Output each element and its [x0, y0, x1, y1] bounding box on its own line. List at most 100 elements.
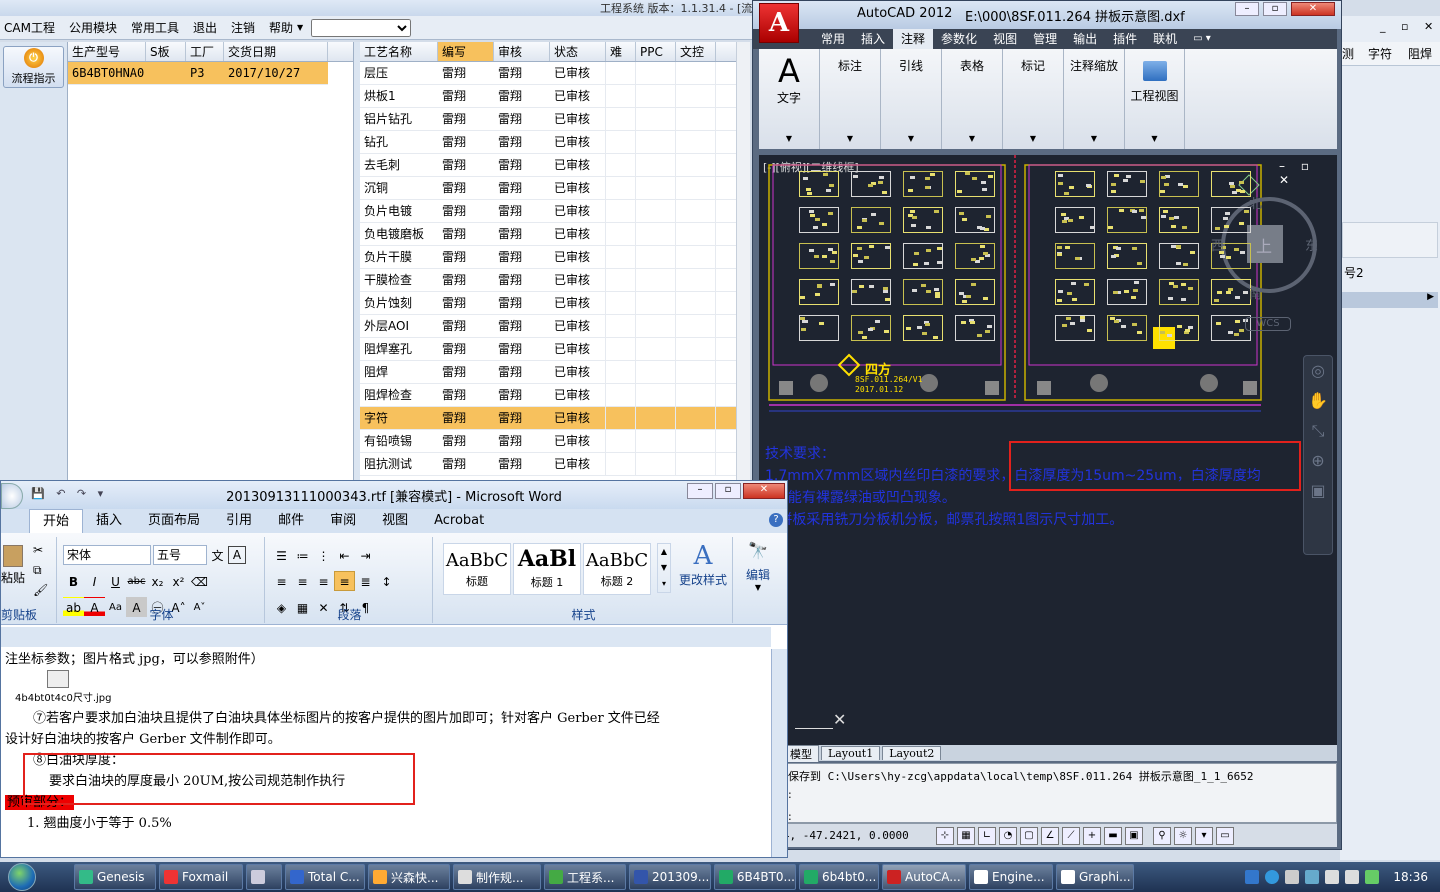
table-row[interactable]: 负片电镀 雷翔 雷翔 已审核 — [360, 200, 736, 223]
otrack-icon[interactable]: ∠ — [1041, 826, 1059, 845]
table-row[interactable]: 沉铜 雷翔 雷翔 已审核 — [360, 177, 736, 200]
table-row[interactable]: 有铅喷锡 雷翔 雷翔 已审核 — [360, 430, 736, 453]
taskbar-item-foxmail[interactable]: Foxmail — [159, 864, 243, 890]
paste-button[interactable]: 粘贴 — [1, 569, 25, 586]
align-center-icon[interactable]: ≡ — [292, 571, 313, 591]
tab-page-layout[interactable]: 页面布局 — [135, 509, 213, 533]
autocad-logo[interactable]: A — [759, 3, 799, 43]
col-date[interactable]: 交货日期 — [224, 42, 328, 61]
model-space-icon[interactable]: ▣ — [1125, 826, 1143, 845]
compass-north[interactable]: 北 — [1249, 193, 1262, 212]
clear-format-icon[interactable]: ⌫ — [189, 571, 210, 591]
process-col-5[interactable]: PPC — [636, 42, 676, 61]
table-row[interactable]: 层压 雷翔 雷翔 已审核 — [360, 62, 736, 85]
table-row[interactable]: 负片干膜 雷翔 雷翔 已审核 — [360, 246, 736, 269]
autocad-restore-icon[interactable]: ▫ — [1263, 2, 1287, 16]
copy-icon[interactable]: ⧉ — [33, 563, 42, 578]
bullets-icon[interactable]: ☰ — [271, 545, 292, 565]
steering-wheel-icon[interactable]: ◎ — [1304, 356, 1332, 386]
cut-icon[interactable]: ✂ — [33, 543, 43, 557]
distributed-icon[interactable]: ≣ — [355, 571, 376, 591]
process-col-2[interactable]: 审核 — [494, 42, 550, 61]
autocad-close-icon[interactable]: ✕ — [1291, 2, 1335, 16]
table-row[interactable]: 阻焊 雷翔 雷翔 已审核 — [360, 361, 736, 384]
taskbar-item-total-commander[interactable]: Total C... — [285, 864, 365, 890]
tab-layout2[interactable]: Layout2 — [882, 746, 942, 760]
tab-review[interactable]: 审阅 — [317, 509, 369, 533]
italic-icon[interactable]: I — [84, 571, 105, 591]
input-method-icon[interactable] — [1245, 870, 1260, 884]
ducs-icon[interactable]: ⟋ — [1062, 826, 1080, 845]
table-row[interactable]: 阻焊检查 雷翔 雷翔 已审核 — [360, 384, 736, 407]
line-spacing-icon[interactable]: ↕ — [376, 571, 397, 591]
table-row[interactable]: 外层AOI 雷翔 雷翔 已审核 — [360, 315, 736, 338]
increase-indent-icon[interactable]: ⇥ — [355, 545, 376, 565]
help-dropdown-icon[interactable]: ▼ — [297, 23, 303, 32]
compass-west[interactable]: 西 — [1211, 235, 1224, 254]
font-name-combo[interactable]: 宋体 — [63, 545, 151, 565]
process-col-1[interactable]: 编写 — [438, 42, 494, 61]
col-model[interactable]: 生产型号 — [68, 42, 146, 61]
taskbar-item-genesis[interactable]: Genesis — [74, 864, 156, 890]
superscript-icon[interactable]: x² — [168, 571, 189, 591]
word-minimize-icon[interactable]: – — [687, 483, 713, 499]
menu-logout[interactable]: 注销 — [231, 19, 255, 36]
ribbon-leader-group[interactable]: 引线 ▼ — [881, 49, 942, 149]
annotation-scale-icon[interactable]: ⚲ — [1153, 826, 1171, 845]
table-row[interactable]: 阻抗测试 雷翔 雷翔 已审核 — [360, 453, 736, 476]
command-window[interactable]: 自动保存到 C:\Users\hy-zcg\appdata\local\temp… — [759, 763, 1337, 823]
align-left-icon[interactable]: ≡ — [271, 571, 292, 591]
help-icon[interactable] — [1265, 870, 1280, 884]
editing-group[interactable]: 🔭 编辑 ▼ — [735, 537, 781, 623]
process-scrollbar[interactable] — [736, 42, 750, 482]
quick-access-toolbar[interactable]: 💾 ↶ ↷ ▾ — [31, 487, 107, 500]
tab-view[interactable]: 视图 — [985, 29, 1025, 49]
subscript-icon[interactable]: x₂ — [147, 571, 168, 591]
table-row[interactable]: 6B4BT0HNA0 P3 2017/10/27 — [68, 62, 328, 85]
orbit-icon[interactable]: ⊕ — [1304, 446, 1332, 476]
tab-home[interactable]: 开始 — [29, 508, 84, 534]
taskbar-item-graphics[interactable]: Graphi... — [1056, 864, 1134, 890]
taskbar-item-engineering[interactable]: 工程系... — [544, 864, 626, 890]
font-size-combo[interactable]: 五号 — [153, 545, 207, 565]
clock[interactable]: 18:36 — [1393, 870, 1428, 884]
paste-icon[interactable] — [3, 545, 23, 567]
tab-model[interactable]: 模型 — [783, 744, 819, 762]
menu-exit[interactable]: 退出 — [193, 19, 217, 36]
wcs-menu[interactable]: WCS — [1245, 317, 1291, 331]
taskbar-item-excel-1[interactable]: 6B4BT0... — [714, 864, 796, 890]
table-row[interactable]: 铝片钻孔 雷翔 雷翔 已审核 — [360, 108, 736, 131]
flow-indicator-button[interactable]: ⏻ 流程指示 — [3, 46, 64, 88]
multilevel-list-icon[interactable]: ⋮ — [313, 545, 334, 565]
taskbar-item-engine[interactable]: Engine... — [969, 864, 1053, 890]
tab-acrobat[interactable]: Acrobat — [421, 509, 497, 533]
menu-help[interactable]: 帮助 — [269, 19, 293, 36]
decrease-indent-icon[interactable]: ⇤ — [334, 545, 355, 565]
menu-common-tools[interactable]: 常用工具 — [131, 19, 179, 36]
cam-combo[interactable] — [311, 18, 412, 37]
autocad-minimize-icon[interactable]: – — [1235, 2, 1259, 16]
tray-chevron-icon[interactable] — [1285, 870, 1300, 884]
taskbar-item-word[interactable]: 201309... — [629, 864, 711, 890]
col-factory[interactable]: 工厂 — [186, 42, 224, 61]
table-row[interactable]: 钻孔 雷翔 雷翔 已审核 — [360, 131, 736, 154]
navigation-bar[interactable]: ◎ ✋ ⤡ ⊕ ▣ — [1303, 355, 1333, 555]
menu-cam[interactable]: CAM工程 — [4, 19, 55, 36]
table-row[interactable]: 阻焊塞孔 雷翔 雷翔 已审核 — [360, 338, 736, 361]
tab-online[interactable]: 联机 — [1145, 29, 1185, 49]
tab-manage[interactable]: 管理 — [1025, 29, 1065, 49]
taskbar-item-autocad[interactable]: AutoCA... — [882, 864, 966, 890]
menu-common-module[interactable]: 公用模块 — [69, 19, 117, 36]
flag-icon[interactable] — [1345, 870, 1360, 884]
change-styles-button[interactable]: A 更改样式 — [677, 541, 729, 588]
tab-output[interactable]: 输出 — [1065, 29, 1105, 49]
drawing-canvas[interactable]: [-][俯视][二维线框] – ▫ ✕ 四方 8SF.011.264/V1 20… — [759, 155, 1337, 745]
ribbon-table-group[interactable]: 表格 ▼ — [942, 49, 1003, 149]
start-button[interactable] — [0, 862, 44, 892]
tab-mailings[interactable]: 邮件 — [265, 509, 317, 533]
right-window-controls[interactable]: _ ▫ ✕ — [1380, 20, 1439, 33]
process-col-0[interactable]: 工艺名称 — [360, 42, 438, 61]
office-button-icon[interactable] — [1, 483, 23, 509]
tab-annotate[interactable]: 注释 — [893, 29, 934, 49]
ribbon-markup-group[interactable]: 标记 ▼ — [1003, 49, 1064, 149]
